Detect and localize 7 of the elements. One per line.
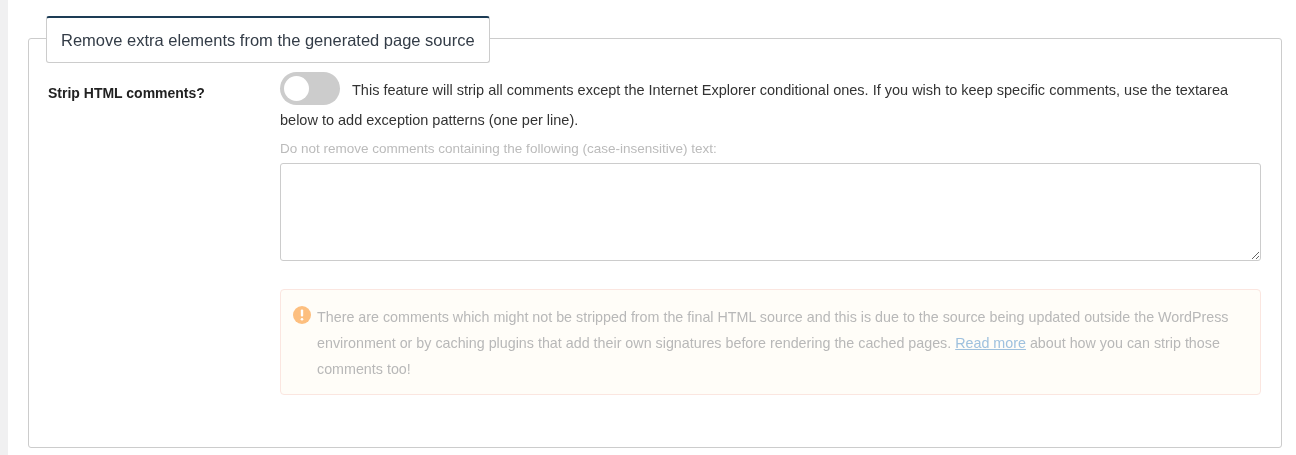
toggle-switch[interactable] (280, 72, 340, 106)
setting-label: Strip HTML comments? (48, 84, 206, 103)
section-title: Remove extra elements from the generated page source (46, 16, 490, 63)
setting-description: This feature will strip all comments except the Internet Explorer conditional ones. If you wish to keep specific comments, use the textarea below to add exception patterns (one per line). (280, 75, 1261, 136)
textarea-label: Do not remove comments containing the following (case-insensitive) text: (280, 141, 718, 157)
notice-text: There are comments which might not be stripped from the final HTML source and this is due to the source being updated outside the WordPress environment or by caching plugins that add their own signatures before rendering the cached pages. Read more about how you can strip those comments too! (317, 308, 1230, 380)
exclamation-icon (293, 306, 311, 325)
